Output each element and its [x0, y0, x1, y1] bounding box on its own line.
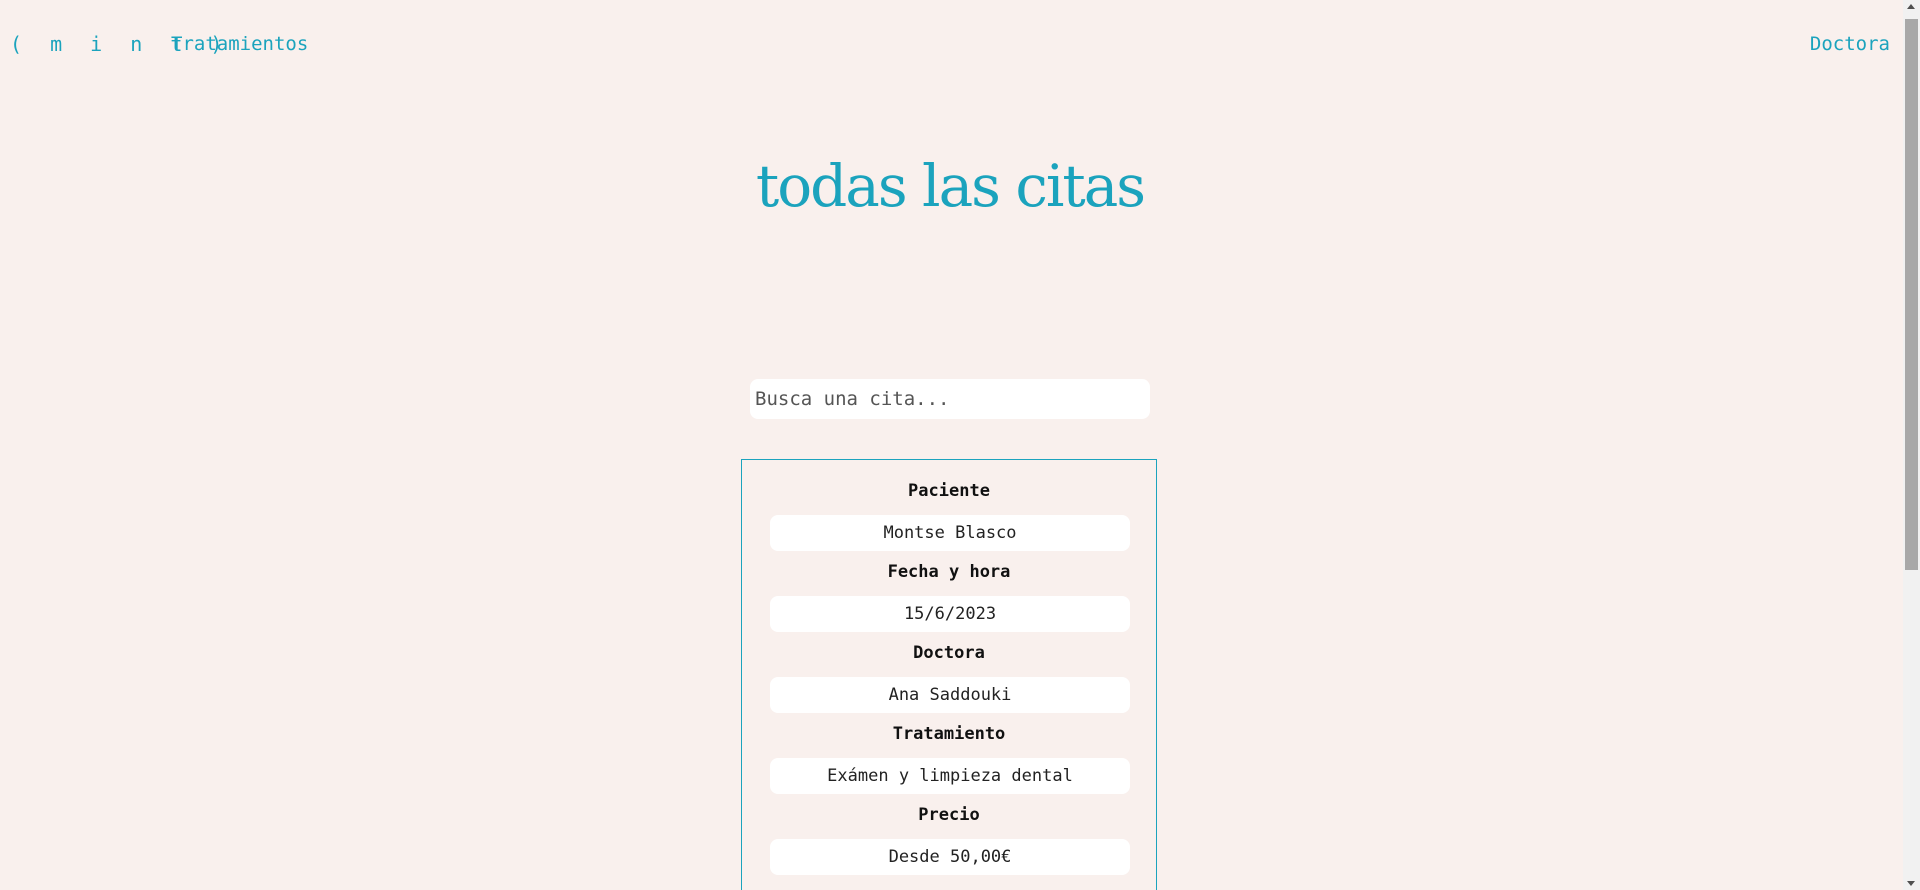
navbar: ( m i n t ) Tratamientos Doctora: [0, 0, 1900, 88]
appointment-card: Paciente Montse Blasco Fecha y hora 15/6…: [741, 459, 1157, 890]
search-container: [750, 379, 1150, 419]
patient-label: Paciente: [908, 481, 990, 501]
search-input[interactable]: [750, 379, 1150, 419]
price-value: Desde 50,00€: [770, 839, 1130, 875]
nav-link-treatments[interactable]: Tratamientos: [171, 33, 308, 55]
datetime-label: Fecha y hora: [887, 562, 1011, 582]
scroll-up-arrow-icon[interactable]: [1907, 4, 1915, 9]
nav-link-doctor[interactable]: Doctora: [1810, 33, 1890, 55]
patient-value: Montse Blasco: [770, 515, 1130, 551]
scrollbar-thumb[interactable]: [1905, 19, 1918, 570]
datetime-value: 15/6/2023: [770, 596, 1130, 632]
vertical-scrollbar[interactable]: [1903, 0, 1920, 890]
scroll-down-arrow-icon[interactable]: [1907, 881, 1915, 886]
doctor-value: Ana Saddouki: [770, 677, 1130, 713]
treatment-label: Tratamiento: [892, 724, 1006, 744]
page-title: todas las citas: [755, 152, 1146, 220]
doctor-label: Doctora: [913, 643, 985, 663]
treatment-value: Exámen y limpieza dental: [770, 758, 1130, 794]
price-label: Precio: [918, 805, 980, 825]
